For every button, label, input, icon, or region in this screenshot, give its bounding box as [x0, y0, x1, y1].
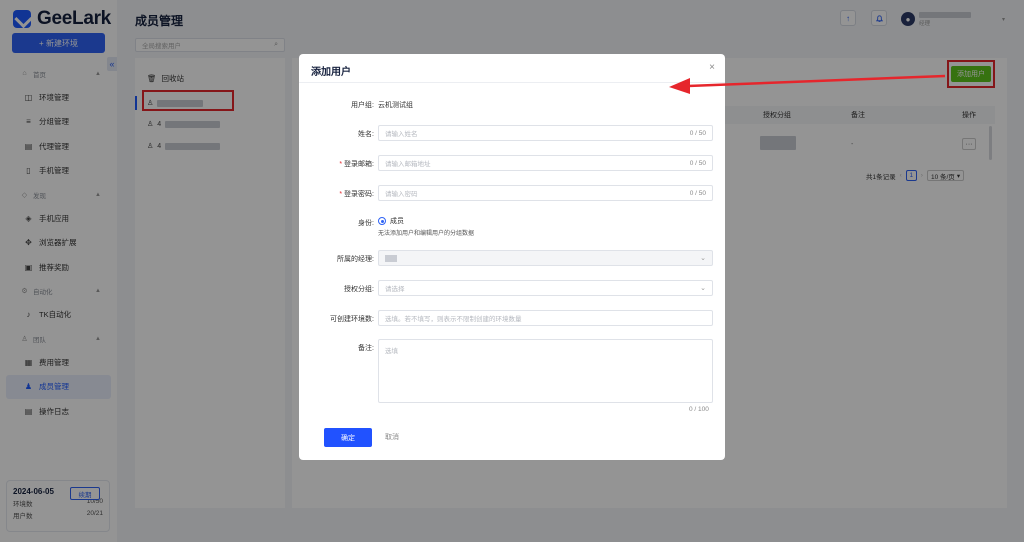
arrow-line	[687, 74, 946, 88]
annotation-arrow	[669, 74, 946, 94]
arrow-head	[669, 78, 690, 94]
